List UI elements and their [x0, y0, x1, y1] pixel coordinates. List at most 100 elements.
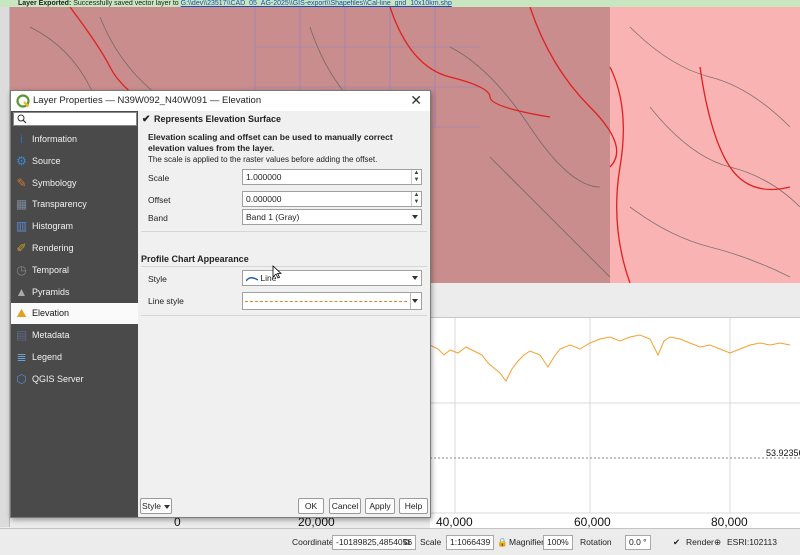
- spin-arrows-icon[interactable]: ▲ ▼: [411, 192, 421, 206]
- temporal-icon: ◷: [16, 262, 27, 277]
- metadata-icon: ▤: [15, 328, 28, 343]
- left-dock-strip: [0, 7, 10, 527]
- status-bar: Coordinate -10189825,4854056 ⧉ Scale 1:1…: [0, 528, 800, 555]
- sidebar-item-label: Temporal: [32, 264, 70, 275]
- sidebar-item-transparency[interactable]: ▦ Transparency: [11, 194, 138, 215]
- symbology-icon: ✎: [16, 175, 27, 190]
- divider: [410, 293, 411, 309]
- elevation-icon: ⛰: [16, 306, 27, 321]
- profile-chart: [429, 318, 800, 514]
- rotation-field[interactable]: 0.0 °: [625, 535, 651, 550]
- profile-toolbar: [430, 283, 800, 318]
- sidebar-item-temporal[interactable]: ◷ Temporal: [11, 260, 138, 281]
- line-style-field-label: Line style: [148, 296, 184, 306]
- line-preview: [245, 301, 407, 302]
- search-input[interactable]: [29, 113, 135, 125]
- sidebar-search: [13, 112, 137, 126]
- divider: [141, 266, 427, 267]
- sidebar-item-legend[interactable]: ≣ Legend: [11, 347, 138, 368]
- sidebar-item-histogram[interactable]: ▥ Histogram: [11, 216, 138, 237]
- sidebar-item-label: Symbology: [32, 177, 77, 188]
- sidebar-item-information[interactable]: i Information: [11, 129, 138, 150]
- crs-globe-icon[interactable]: ⊕: [714, 534, 721, 550]
- magnifier-label: Magnifier: [509, 537, 544, 547]
- x-tick-label: 80,000: [711, 515, 748, 529]
- ok-button[interactable]: OK: [298, 498, 324, 514]
- sidebar-item-qgis-server[interactable]: ⬡ QGIS Server: [11, 369, 138, 390]
- chevron-down-icon[interactable]: [412, 299, 418, 303]
- legend-icon: ≣: [16, 350, 27, 364]
- sidebar-item-label: Information: [32, 134, 78, 144]
- close-icon[interactable]: ✕: [410, 92, 422, 109]
- offset-value: 0.000000: [246, 194, 282, 204]
- elevation-note: The scale is applied to the raster value…: [148, 155, 378, 164]
- dialog-button-bar: Style OK Cancel Apply Help: [138, 495, 430, 517]
- sidebar-item-label: Pyramids: [32, 286, 70, 297]
- profile-style-combo[interactable]: Line: [242, 270, 422, 286]
- rotation-label: Rotation: [580, 537, 612, 547]
- render-checkbox[interactable]: ✔: [673, 534, 680, 550]
- elevation-page: ✔ Represents Elevation Surface Elevation …: [138, 111, 430, 495]
- crs-button[interactable]: ESRI:102113: [727, 534, 777, 550]
- elevation-description: Elevation scaling and offset can be used…: [148, 132, 393, 153]
- style-menu-button[interactable]: Style: [140, 498, 172, 514]
- profile-series-line: [429, 334, 791, 382]
- represents-elevation-checkbox[interactable]: ✔ Represents Elevation Surface: [142, 114, 282, 125]
- divider: [141, 315, 427, 316]
- scale-value: 1.000000: [246, 172, 282, 182]
- source-icon: ⚙: [16, 153, 27, 168]
- qgis-server-icon: ⬡: [16, 371, 27, 386]
- checkbox-label: Represents Elevation Surface: [154, 114, 282, 124]
- rendering-icon: ✐: [16, 241, 27, 255]
- histogram-icon: ▥: [15, 219, 28, 234]
- sidebar-item-label: Legend: [32, 352, 63, 362]
- x-tick-label: 40,000: [436, 515, 473, 529]
- lock-icon[interactable]: 🔒: [497, 534, 508, 550]
- sidebar-item-label: Histogram: [32, 221, 74, 232]
- profile-y-value: 53.923568: [766, 448, 800, 458]
- magnifier-field[interactable]: 100%: [543, 535, 573, 550]
- scale-field-label: Scale: [148, 173, 170, 183]
- sidebar-item-elevation[interactable]: ⛰ Elevation: [11, 303, 138, 325]
- toggle-extents-icon[interactable]: ⧉: [404, 534, 410, 550]
- sidebar-item-symbology[interactable]: ✎ Symbology: [11, 173, 138, 194]
- dialog-titlebar: Layer Properties — N39W092_N40W091 — Ele…: [11, 91, 430, 111]
- message-bar: Layer Exported: Successfully saved vecto…: [0, 0, 800, 7]
- sidebar-item-rendering[interactable]: ✐ Rendering: [11, 238, 138, 259]
- sidebar-item-metadata[interactable]: ▤ Metadata: [11, 325, 138, 346]
- sidebar-item-label: Metadata: [32, 330, 70, 341]
- divider: [141, 231, 427, 232]
- chevron-down-icon: [412, 215, 418, 219]
- raster-outside: [610, 7, 800, 283]
- sidebar-item-pyramids[interactable]: ▲ Pyramids: [11, 282, 138, 303]
- sidebar-item-label: Source: [32, 155, 61, 166]
- scale-spinbox[interactable]: 1.000000 ▲ ▼: [242, 169, 422, 185]
- sidebar-item-label: Elevation: [32, 308, 70, 319]
- message-title: Layer Exported:: [18, 0, 72, 7]
- message-text: Successfully saved vector layer to: [73, 0, 179, 7]
- x-tick-label: 60,000: [574, 515, 611, 529]
- pyramids-icon: ▲: [15, 284, 28, 299]
- spin-arrows-icon[interactable]: ▲ ▼: [411, 170, 421, 184]
- offset-spinbox[interactable]: 0.000000 ▲ ▼: [242, 191, 422, 207]
- qgis-logo-icon: [16, 94, 30, 108]
- line-style-icon: [245, 276, 259, 282]
- search-icon: [17, 114, 27, 124]
- line-style-button[interactable]: [242, 292, 422, 310]
- band-field-label: Band: [148, 213, 168, 223]
- style-button-label: Style: [142, 501, 161, 511]
- scale-combo[interactable]: 1:1066439: [446, 535, 495, 550]
- checkmark-icon: ✔: [142, 114, 151, 125]
- apply-button[interactable]: Apply: [365, 498, 395, 514]
- scale-label: Scale: [420, 537, 442, 547]
- band-combo[interactable]: Band 1 (Gray): [242, 209, 422, 225]
- cancel-button[interactable]: Cancel: [329, 498, 361, 514]
- elevation-profile-panel[interactable]: [429, 283, 800, 528]
- message-link[interactable]: G:\\dev\\23517\\CAD_05_AG-2025\\GIS-expo…: [181, 0, 452, 7]
- band-value: Band 1 (Gray): [246, 212, 300, 222]
- sidebar-item-label: QGIS Server: [32, 373, 84, 384]
- sidebar-item-source[interactable]: ⚙ Source: [11, 151, 138, 172]
- properties-sidebar: i Information ⚙ Source ✎ Symbology ▦ Transparen…: [11, 111, 138, 517]
- coordinate-label: Coordinate: [292, 537, 334, 547]
- help-button[interactable]: Help: [399, 498, 428, 514]
